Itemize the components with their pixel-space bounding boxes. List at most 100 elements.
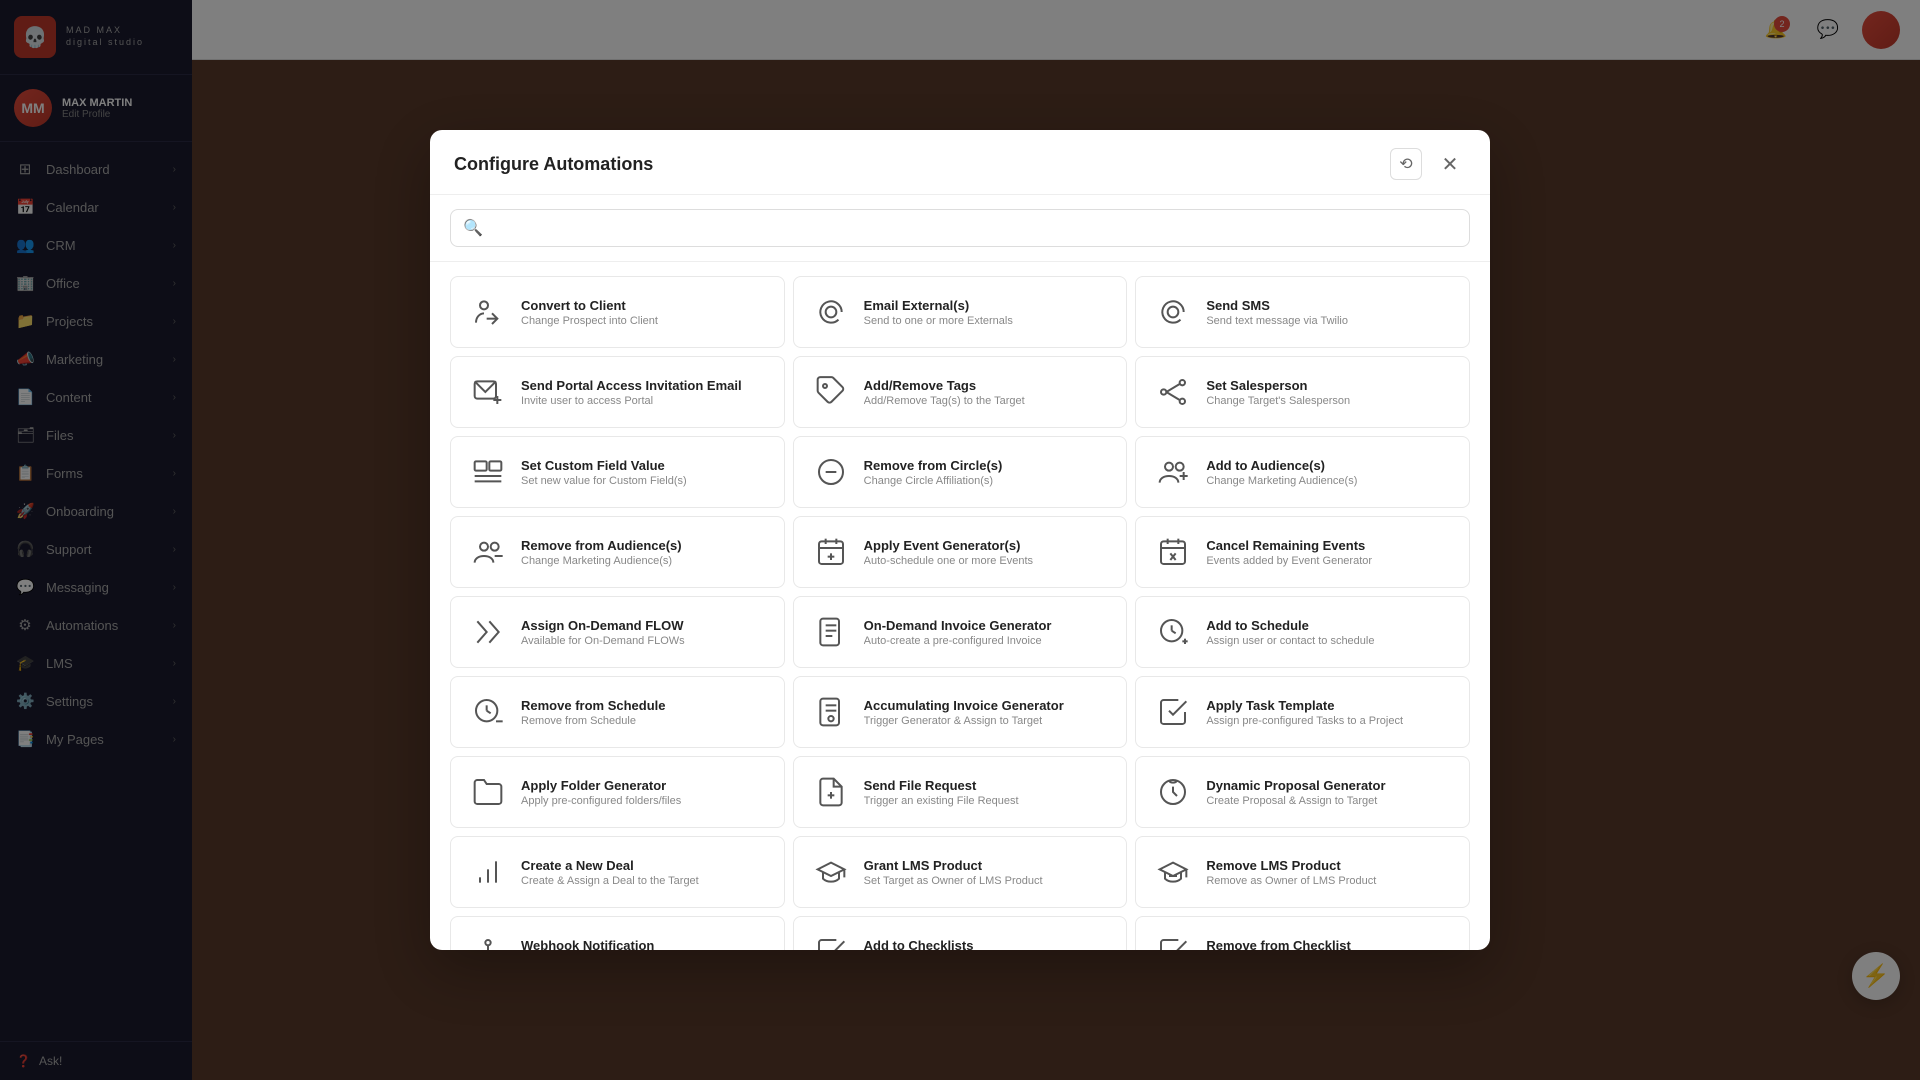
automation-title-remove-lms-product: Remove LMS Product [1206,858,1453,873]
search-wrapper: 🔍 [450,209,1470,247]
automation-desc-grant-lms-product: Set Target as Owner of LMS Product [864,875,1111,887]
automation-desc-add-to-schedule: Assign user or contact to schedule [1206,635,1453,647]
automation-card-accumulating-invoice[interactable]: Accumulating Invoice Generator Trigger Ge… [793,676,1128,748]
automation-title-assign-on-demand-flow: Assign On-Demand FLOW [521,618,768,633]
add-to-audiences-icon [1152,451,1194,493]
automation-card-apply-task-template[interactable]: Apply Task Template Assign pre-configured… [1135,676,1470,748]
automation-card-remove-lms-product[interactable]: Remove LMS Product Remove as Owner of LMS… [1135,836,1470,908]
automations-grid: Convert to Client Change Prospect into Cl… [450,276,1470,950]
dialog-back-button[interactable]: ⟲ [1390,148,1422,180]
grant-lms-product-icon [810,851,852,893]
dialog-body: Convert to Client Change Prospect into Cl… [430,262,1490,950]
automation-title-accumulating-invoice: Accumulating Invoice Generator [864,698,1111,713]
automation-title-apply-task-template: Apply Task Template [1206,698,1453,713]
set-custom-field-icon [467,451,509,493]
automation-card-dynamic-proposal[interactable]: Dynamic Proposal Generator Create Proposa… [1135,756,1470,828]
automation-title-dynamic-proposal: Dynamic Proposal Generator [1206,778,1453,793]
send-sms-icon [1152,291,1194,333]
automation-desc-convert-to-client: Change Prospect into Client [521,315,768,327]
remove-from-audiences-icon [467,531,509,573]
automation-title-email-externals: Email External(s) [864,298,1111,313]
automation-desc-set-salesperson: Change Target's Salesperson [1206,395,1453,407]
automation-desc-cancel-remaining-events: Events added by Event Generator [1206,555,1453,567]
apply-event-generator-icon [810,531,852,573]
automation-card-apply-event-generator[interactable]: Apply Event Generator(s) Auto-schedule on… [793,516,1128,588]
automation-title-remove-from-schedule: Remove from Schedule [521,698,768,713]
on-demand-invoice-icon [810,611,852,653]
automation-title-create-new-deal: Create a New Deal [521,858,768,873]
automation-title-apply-folder-generator: Apply Folder Generator [521,778,768,793]
assign-on-demand-flow-icon [467,611,509,653]
automation-title-set-salesperson: Set Salesperson [1206,378,1453,393]
automation-title-apply-event-generator: Apply Event Generator(s) [864,538,1111,553]
automation-card-cancel-remaining-events[interactable]: Cancel Remaining Events Events added by E… [1135,516,1470,588]
automation-card-remove-from-checklist[interactable]: Remove from ChecklistRemove Target from … [1135,916,1470,950]
automation-title-remove-from-circle: Remove from Circle(s) [864,458,1111,473]
automation-card-add-to-schedule[interactable]: Add to Schedule Assign user or contact to… [1135,596,1470,668]
automation-title-grant-lms-product: Grant LMS Product [864,858,1111,873]
automation-card-set-custom-field[interactable]: Set Custom Field Value Set new value for … [450,436,785,508]
configure-automations-dialog: Configure Automations ⟲ ✕ 🔍 Convert to C… [430,130,1490,950]
dialog-overlay: Configure Automations ⟲ ✕ 🔍 Convert to C… [0,0,1920,1080]
apply-task-template-icon [1152,691,1194,733]
automation-desc-add-remove-tags: Add/Remove Tag(s) to the Target [864,395,1111,407]
automation-card-set-salesperson[interactable]: Set Salesperson Change Target's Salespers… [1135,356,1470,428]
automation-desc-accumulating-invoice: Trigger Generator & Assign to Target [864,715,1111,727]
automation-card-create-new-deal[interactable]: Create a New Deal Create & Assign a Deal … [450,836,785,908]
dialog-header: Configure Automations ⟲ ✕ [430,130,1490,195]
automation-title-send-sms: Send SMS [1206,298,1453,313]
accumulating-invoice-icon [810,691,852,733]
automation-card-remove-from-circle[interactable]: Remove from Circle(s) Change Circle Affil… [793,436,1128,508]
automation-desc-send-file-request: Trigger an existing File Request [864,795,1111,807]
send-file-request-icon [810,771,852,813]
automation-desc-apply-event-generator: Auto-schedule one or more Events [864,555,1111,567]
search-icon: 🔍 [463,218,483,238]
automation-card-on-demand-invoice[interactable]: On-Demand Invoice Generator Auto-create a… [793,596,1128,668]
automation-desc-assign-on-demand-flow: Available for On-Demand FLOWs [521,635,768,647]
automation-desc-send-sms: Send text message via Twilio [1206,315,1453,327]
automation-card-add-remove-tags[interactable]: Add/Remove Tags Add/Remove Tag(s) to the … [793,356,1128,428]
remove-lms-product-icon [1152,851,1194,893]
automation-title-add-to-checklists: Add to Checklists [864,938,1111,951]
search-input[interactable] [491,220,1457,236]
automation-card-add-to-audiences[interactable]: Add to Audience(s)Change Marketing Audie… [1135,436,1470,508]
automation-card-send-sms[interactable]: Send SMS Send text message via Twilio [1135,276,1470,348]
automation-card-add-to-checklists[interactable]: Add to ChecklistsAssign Target to Checkl… [793,916,1128,950]
automation-card-assign-on-demand-flow[interactable]: Assign On-Demand FLOW Available for On-De… [450,596,785,668]
automation-desc-add-to-audiences: Change Marketing Audience(s) [1206,475,1453,487]
automation-title-remove-from-audiences: Remove from Audience(s) [521,538,768,553]
automation-desc-remove-lms-product: Remove as Owner of LMS Product [1206,875,1453,887]
dialog-close-button[interactable]: ✕ [1434,148,1466,180]
automation-title-on-demand-invoice: On-Demand Invoice Generator [864,618,1111,633]
automation-desc-apply-folder-generator: Apply pre-configured folders/files [521,795,768,807]
automation-card-remove-from-schedule[interactable]: Remove from Schedule Remove from Schedule [450,676,785,748]
automation-card-remove-from-audiences[interactable]: Remove from Audience(s)Change Marketing … [450,516,785,588]
automation-desc-dynamic-proposal: Create Proposal & Assign to Target [1206,795,1453,807]
automation-desc-create-new-deal: Create & Assign a Deal to the Target [521,875,768,887]
dialog-title: Configure Automations [454,154,653,175]
automation-title-convert-to-client: Convert to Client [521,298,768,313]
automation-card-webhook-notification[interactable]: Webhook NotificationFire a webhook to yo… [450,916,785,950]
automation-desc-remove-from-circle: Change Circle Affiliation(s) [864,475,1111,487]
automation-card-grant-lms-product[interactable]: Grant LMS Product Set Target as Owner of … [793,836,1128,908]
set-salesperson-icon [1152,371,1194,413]
automation-card-send-portal-invitation[interactable]: Send Portal Access Invitation EmailInvit… [450,356,785,428]
cancel-remaining-events-icon [1152,531,1194,573]
automation-title-cancel-remaining-events: Cancel Remaining Events [1206,538,1453,553]
automation-desc-apply-task-template: Assign pre-configured Tasks to a Project [1206,715,1453,727]
webhook-notification-icon [467,931,509,950]
add-to-checklists-icon [810,931,852,950]
automation-title-set-custom-field: Set Custom Field Value [521,458,768,473]
automation-desc-set-custom-field: Set new value for Custom Field(s) [521,475,768,487]
automation-title-add-to-schedule: Add to Schedule [1206,618,1453,633]
automation-card-apply-folder-generator[interactable]: Apply Folder Generator Apply pre-configur… [450,756,785,828]
automation-title-add-remove-tags: Add/Remove Tags [864,378,1111,393]
dialog-search-area: 🔍 [430,195,1490,262]
automation-card-convert-to-client[interactable]: Convert to Client Change Prospect into Cl… [450,276,785,348]
automation-title-send-portal-invitation: Send Portal Access Invitation Email [521,378,768,393]
automation-card-send-file-request[interactable]: Send File RequestTrigger an existing Fil… [793,756,1128,828]
add-to-schedule-icon [1152,611,1194,653]
automation-desc-remove-from-schedule: Remove from Schedule [521,715,768,727]
automation-card-email-externals[interactable]: Email External(s)Send to one or more Ext… [793,276,1128,348]
automation-desc-on-demand-invoice: Auto-create a pre-configured Invoice [864,635,1111,647]
